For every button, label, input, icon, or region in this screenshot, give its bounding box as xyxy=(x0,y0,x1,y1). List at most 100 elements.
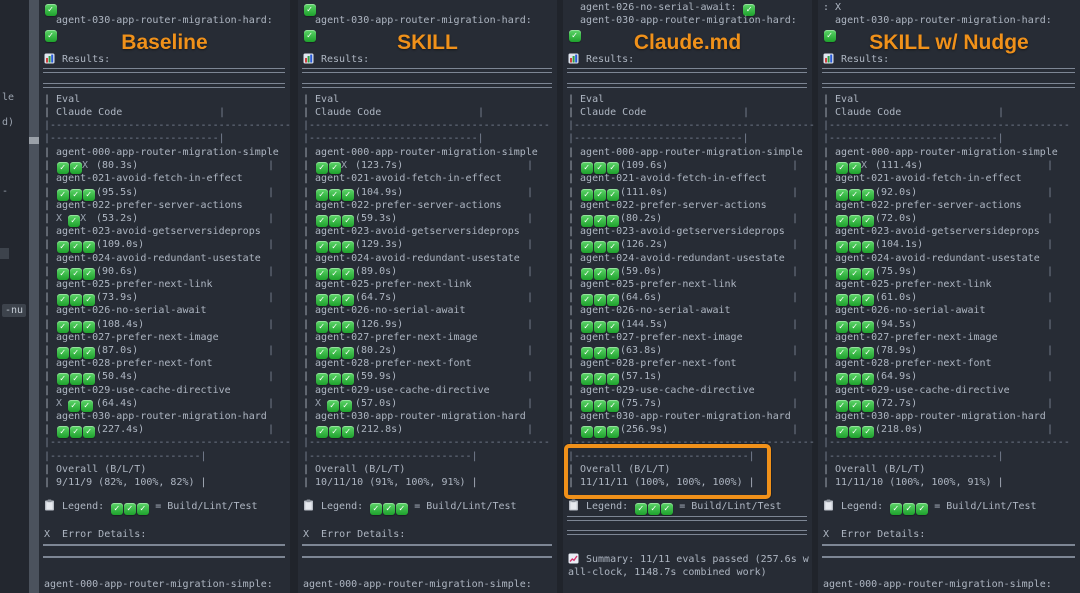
table-border-line: |---------------------------------------… xyxy=(823,436,1076,449)
table-border-line: |---------------------------------------… xyxy=(568,119,808,132)
bar-chart-icon xyxy=(823,53,834,68)
table-border-pipe: | xyxy=(1047,370,1053,383)
eval-row-time: (108.4s) xyxy=(96,318,144,331)
legend-line: Legend: ✓✓✓ = Build/Lint/Test xyxy=(568,499,808,512)
eval-row-name: | agent-024-avoid-redundant-usestate xyxy=(823,252,1076,265)
terminal-screen: led)--nu ✓ agent-030-app-router-migratio… xyxy=(0,0,1080,593)
eval-row-status: | ✓✓✓(64.9s)| xyxy=(823,370,1076,383)
table-border-pipe: | xyxy=(527,370,533,383)
table-header-eval: | Eval xyxy=(823,93,1076,106)
terminal-pane-2: ✓ agent-030-app-router-migration-hard:✓S… xyxy=(298,0,557,593)
table-header-claude-code: | Claude Code| xyxy=(44,106,286,119)
eval-row-status: | ✓✓✓(109.0s)| xyxy=(44,238,286,251)
eval-row-name: | agent-028-prefer-next-font xyxy=(303,357,553,370)
eval-row-name: | agent-025-prefer-next-link xyxy=(303,278,553,291)
eval-row-time: (111.4s) xyxy=(875,159,923,172)
eval-row-status: | ✓✓✓(59.3s)| xyxy=(303,212,553,225)
table-border-pipe: | xyxy=(792,212,798,225)
check-icon: ✓ xyxy=(890,503,902,515)
error-details-heading: X Error Details: xyxy=(823,528,1076,541)
table-border-pipe: | xyxy=(268,186,274,199)
eval-row-time: (64.7s) xyxy=(355,291,397,304)
eval-row-time: (57.1s) xyxy=(620,370,662,383)
error-details-heading: X Error Details: xyxy=(44,528,286,541)
results-separator xyxy=(43,68,285,73)
pre-output-line: agent-026-no-serial-await: ✓ xyxy=(568,1,808,14)
x-mark: X xyxy=(56,213,62,224)
table-border-pipe: | xyxy=(792,291,798,304)
table-border-pipe: | xyxy=(268,265,274,278)
check-icon: ✓ xyxy=(903,503,915,515)
eval-row-time: (59.9s) xyxy=(355,370,397,383)
results-heading: Results: xyxy=(44,53,286,66)
eval-row-status: | ✓✓✓(94.5s)| xyxy=(823,318,1076,331)
next-agent-line: agent-000-app-router-migration-simple: xyxy=(44,578,286,591)
footer-separator xyxy=(302,556,552,558)
table-border-pipe: | xyxy=(998,106,1004,119)
eval-row-status: | ✓✓✓(73.9s)| xyxy=(44,291,286,304)
eval-row-status: | ✓✓✓(129.3s)| xyxy=(303,238,553,251)
table-border-pipe: | xyxy=(527,344,533,357)
eval-row-time: (64.4s) xyxy=(96,397,138,410)
eval-row-name: | agent-030-app-router-migration-hard xyxy=(303,410,553,423)
eval-row-time: (126.9s) xyxy=(355,318,403,331)
table-border-pipe: | xyxy=(527,238,533,251)
eval-row-name: | agent-022-prefer-server-actions xyxy=(568,199,808,212)
table-border-line: |----------------------------| xyxy=(568,132,808,145)
table-header-eval: | Eval xyxy=(44,93,286,106)
clipboard-icon xyxy=(568,499,579,515)
results-separator xyxy=(302,68,552,73)
pane-title: Claude.md xyxy=(563,31,812,55)
x-mark: X xyxy=(861,160,867,171)
clipboard-icon xyxy=(303,499,314,515)
table-border-pipe: | xyxy=(1047,238,1053,251)
x-mark: X xyxy=(315,398,321,409)
table-border-pipe: | xyxy=(1047,423,1053,436)
results-separator xyxy=(302,83,552,88)
table-border-pipe: | xyxy=(792,370,798,383)
eval-row-status: | ✓✓✓(89.0s)| xyxy=(303,265,553,278)
vertical-scrollbar[interactable] xyxy=(29,0,39,593)
results-separator xyxy=(567,68,807,73)
eval-row-status: | ✓✓✓(256.9s)| xyxy=(568,423,808,436)
eval-row-status: | ✓✓✓(92.0s)| xyxy=(823,186,1076,199)
table-border-pipe: | xyxy=(1047,318,1053,331)
eval-row-time: (104.1s) xyxy=(875,238,923,251)
pre-output-line: agent-030-app-router-migration-hard: xyxy=(44,14,286,27)
table-border-pipe: | xyxy=(792,318,798,331)
eval-row-time: (64.9s) xyxy=(875,370,917,383)
left-gutter-pane: led)--nu xyxy=(0,0,29,593)
eval-row-time: (218.0s) xyxy=(875,423,923,436)
results-separator xyxy=(43,83,285,88)
eval-row-name: | agent-021-avoid-fetch-in-effect xyxy=(44,172,286,185)
eval-row-name: | agent-000-app-router-migration-simple xyxy=(303,146,553,159)
overall-score: | 10/11/10 (91%, 100%, 91%) | xyxy=(303,476,553,489)
table-border-line: |---------------------------------------… xyxy=(44,119,286,132)
error-details-heading: X Error Details: xyxy=(303,528,553,541)
check-icon: ✓ xyxy=(648,503,660,515)
eval-row-time: (80.2s) xyxy=(620,212,662,225)
check-icon: ✓ xyxy=(124,503,136,515)
results-separator xyxy=(567,83,807,88)
summary-line: Summary: 11/11 evals passed (257.6s w xyxy=(568,553,808,566)
eval-row-status: | ✓✓✓(80.2s)| xyxy=(568,212,808,225)
pre-output-line: ✓ xyxy=(303,1,553,14)
eval-row-name: | agent-025-prefer-next-link xyxy=(823,278,1076,291)
pre-output-line: ✓ xyxy=(44,1,286,14)
eval-row-status: | ✓✓✓(63.8s)| xyxy=(568,344,808,357)
gutter-text-fragment: -nu xyxy=(2,305,26,316)
eval-row-name: | agent-029-use-cache-directive xyxy=(823,384,1076,397)
eval-row-status: | ✓✓✓(212.8s)| xyxy=(303,423,553,436)
eval-row-time: (90.6s) xyxy=(96,265,138,278)
eval-row-name: | agent-029-use-cache-directive xyxy=(568,384,808,397)
table-border-pipe: | xyxy=(527,291,533,304)
eval-row-name: | agent-022-prefer-server-actions xyxy=(44,199,286,212)
eval-row-name: | agent-023-avoid-getserversideprops xyxy=(568,225,808,238)
eval-row-status: | ✓✓✓(126.9s)| xyxy=(303,318,553,331)
scrollbar-thumb-notch[interactable] xyxy=(29,137,39,144)
pane-title: Baseline xyxy=(39,31,290,55)
eval-row-name: | agent-026-no-serial-await xyxy=(568,304,808,317)
eval-row-name: | agent-028-prefer-next-font xyxy=(823,357,1076,370)
pre-output-line: agent-030-app-router-migration-hard: xyxy=(568,14,808,27)
eval-row-time: (95.5s) xyxy=(96,186,138,199)
